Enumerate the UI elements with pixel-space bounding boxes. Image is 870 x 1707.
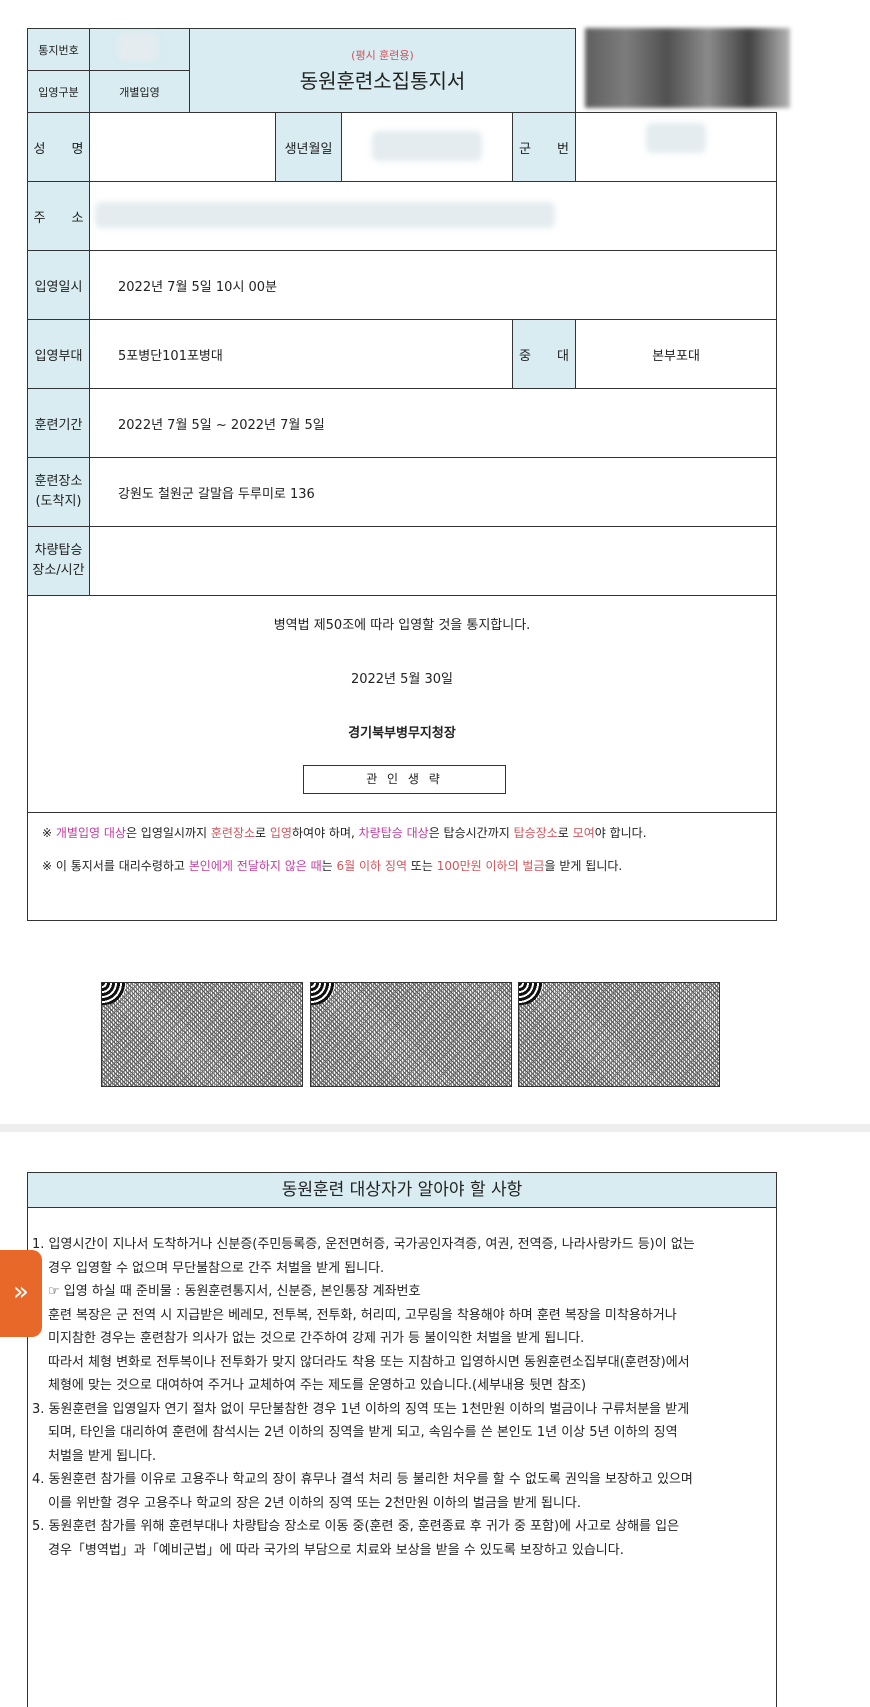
section2-title: 동원훈련 대상자가 알아야 할 사항 (27, 1172, 777, 1208)
place-label: 훈련장소 (도착지) (27, 457, 90, 527)
subtitle: (평시 훈련용) (351, 49, 414, 62)
company-label: 중 대 (512, 319, 576, 389)
notice-box: 병역법 제50조에 따라 입영할 것을 통지합니다. 2022년 5월 30일 … (27, 595, 777, 813)
name-value (89, 112, 276, 182)
line: 경우「병역법」과「예비군법」에 따라 국가의 부담으로 치료와 보상을 받을 수… (48, 1542, 624, 1558)
line: 처벌을 받게 됩니다. (48, 1448, 157, 1464)
service-no-label: 군 번 (512, 112, 576, 182)
title-block: (평시 훈련용) 동원훈련소집통지서 (189, 28, 576, 113)
note-2: ※ 이 통지서를 대리수령하고 본인에게 전달하지 않은 때는 6월 이하 징역… (42, 859, 623, 873)
line: 5. 동원훈련 참가를 위해 훈련부대나 차량탑승 장소로 이동 중(훈련 중,… (32, 1519, 680, 1534)
barcode-1 (101, 982, 303, 1087)
line: 되며, 타인을 대리하여 훈련에 참석시는 2년 이하의 징역을 받게 되고, … (48, 1425, 678, 1440)
address-value (89, 181, 777, 251)
unit-label: 입영부대 (27, 319, 90, 389)
issuer: 경기북부병무지청장 (348, 726, 456, 741)
seal-omitted-box: 관 인 생 략 (303, 765, 506, 794)
page-title: 동원훈련소집통지서 (299, 69, 466, 93)
notice-no-value (89, 28, 190, 71)
line: 1. 입영시간이 지나서 도착하거나 신분증(주민등록증, 운전면허증, 국가공… (32, 1237, 695, 1252)
line: 4. 동원훈련 참가를 이유로 고용주나 학교의 장이 휴무나 결석 처리 등 … (32, 1472, 693, 1487)
notice-text: 병역법 제50조에 따라 입영할 것을 통지합니다. (273, 618, 531, 633)
service-no-value (575, 112, 777, 182)
notes-box: ※ 개별입영 대상은 입영일시까지 훈련장소로 입영하여야 하며, 차량탑승 대… (27, 812, 777, 921)
birth-label: 생년월일 (275, 112, 342, 182)
line: 훈련 복장은 군 전역 시 지급받은 베레모, 전투복, 전투화, 허리띠, 고… (48, 1307, 677, 1323)
section2-body: 1. 입영시간이 지나서 도착하거나 신분증(주민등록증, 운전면허증, 국가공… (27, 1207, 777, 1707)
note-1: ※ 개별입영 대상은 입영일시까지 훈련장소로 입영하여야 하며, 차량탑승 대… (42, 826, 647, 840)
notice-no-label: 통지번호 (27, 28, 90, 71)
vehicle-value (89, 526, 777, 596)
line: 경우 입영할 수 없으며 무단불참으로 간주 처벌을 받게 됩니다. (48, 1260, 385, 1276)
redacted-photo (585, 28, 790, 108)
page-divider (0, 1124, 870, 1132)
side-expand-button[interactable]: » (0, 1250, 42, 1337)
period-value: 2022년 7월 5일 ~ 2022년 7월 5일 (89, 388, 777, 458)
line: 이를 위반할 경우 고용주나 학교의 장은 2년 이하의 징역 또는 2천만원 … (48, 1495, 582, 1511)
line: 따라서 체형 변화로 전투복이나 전투화가 맞지 않더라도 착용 또는 지참하고… (48, 1354, 690, 1370)
barcode-2 (310, 982, 512, 1087)
period-label: 훈련기간 (27, 388, 90, 458)
birth-value (341, 112, 513, 182)
line: ☞ 입영 하실 때 준비물 : 동원훈련통지서, 신분증, 본인통장 계좌번호 (48, 1284, 421, 1299)
place-value: 강원도 철원군 갈말읍 두루미로 136 (89, 457, 777, 527)
barcode-3 (518, 982, 720, 1087)
notice-date: 2022년 5월 30일 (350, 672, 454, 687)
double-chevron-right-icon: » (13, 1277, 29, 1307)
unit-value: 5포병단101포병대 (89, 319, 513, 389)
line: 3. 동원훈련을 입영일자 연기 절차 없이 무단불참한 경우 1년 이하의 징… (32, 1401, 690, 1417)
entry-type-label: 입영구분 (27, 70, 90, 113)
vehicle-label: 차량탑승 장소/시간 (27, 526, 90, 596)
name-label: 성 명 (27, 112, 90, 182)
line: 미지참한 경우는 훈련참가 의사가 없는 것으로 간주하여 강제 귀가 등 불이… (48, 1331, 585, 1346)
line: 체형에 맞는 것으로 대여하여 주거나 교체하여 주는 제도를 운영하고 있습니… (48, 1378, 587, 1393)
entry-datetime-value: 2022년 7월 5일 10시 00분 (89, 250, 777, 320)
company-value: 본부포대 (575, 319, 777, 389)
address-label: 주 소 (27, 181, 90, 251)
entry-type-value: 개별입영 (89, 70, 190, 113)
entry-datetime-label: 입영일시 (27, 250, 90, 320)
